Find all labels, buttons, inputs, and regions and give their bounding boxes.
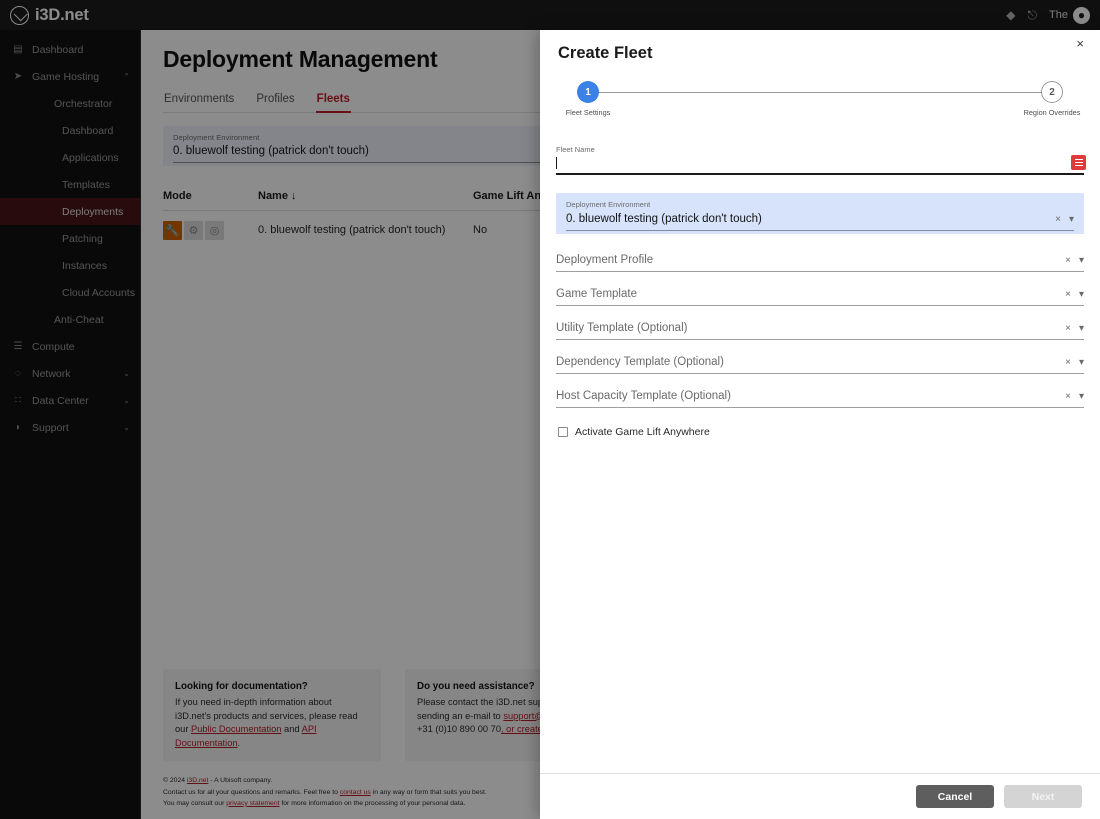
field-value: 0. bluewolf testing (patrick don't touch… bbox=[566, 213, 762, 225]
field-actions: × ▾ bbox=[1055, 214, 1074, 225]
step-2-number: 2 bbox=[1041, 81, 1063, 103]
field-dependency-template-optional[interactable]: Dependency Template (Optional) × ▾ bbox=[556, 352, 1084, 374]
chevron-down-icon[interactable]: ▾ bbox=[1079, 289, 1084, 300]
field-actions: × ▾ bbox=[1065, 323, 1084, 334]
fleet-name-label: Fleet Name bbox=[556, 145, 595, 154]
field-deployment-profile[interactable]: Deployment Profile × ▾ bbox=[556, 250, 1084, 272]
activate-game-lift-anywhere-label: Activate Game Lift Anywhere bbox=[575, 426, 710, 438]
modal-header: Create Fleet × bbox=[540, 30, 1100, 63]
step-1-caption: Fleet Settings bbox=[565, 108, 611, 117]
fleet-name-input[interactable] bbox=[556, 155, 1084, 175]
wizard-stepper: 1 Fleet Settings 2 Region Overrides bbox=[564, 81, 1080, 127]
chevron-down-icon[interactable]: ▾ bbox=[1079, 255, 1084, 266]
fleet-name-input-row bbox=[556, 155, 1086, 175]
field-placeholder: Deployment Profile bbox=[556, 254, 654, 266]
error-badge-icon bbox=[1071, 155, 1086, 170]
modal-body: Fleet Name Deployment Environment 0. blue… bbox=[540, 127, 1100, 773]
clear-icon[interactable]: × bbox=[1065, 255, 1071, 266]
field-line: Dependency Template (Optional) × ▾ bbox=[556, 352, 1084, 374]
field-label: Deployment Environment bbox=[566, 200, 651, 209]
modal-title: Create Fleet bbox=[558, 44, 653, 62]
app-root: i3D.net ◆ ⎋ The ● ▤ Dashboard ➤ Game Hostin… bbox=[0, 0, 1100, 819]
close-icon[interactable]: × bbox=[1076, 37, 1084, 50]
chevron-down-icon[interactable]: ▾ bbox=[1079, 357, 1084, 368]
field-game-template[interactable]: Game Template × ▾ bbox=[556, 284, 1084, 306]
chevron-down-icon[interactable]: ▾ bbox=[1079, 391, 1084, 402]
field-actions: × ▾ bbox=[1065, 357, 1084, 368]
clear-icon[interactable]: × bbox=[1055, 214, 1061, 225]
modal-footer: Cancel Next bbox=[540, 773, 1100, 819]
field-placeholder: Host Capacity Template (Optional) bbox=[556, 390, 731, 402]
field-line: 0. bluewolf testing (patrick don't touch… bbox=[566, 209, 1074, 231]
activate-game-lift-anywhere-checkbox[interactable] bbox=[558, 427, 568, 437]
field-placeholder: Game Template bbox=[556, 288, 637, 300]
activate-game-lift-anywhere-row[interactable]: Activate Game Lift Anywhere bbox=[556, 426, 1084, 438]
field-utility-template-optional[interactable]: Utility Template (Optional) × ▾ bbox=[556, 318, 1084, 340]
step-2-caption: Region Overrides bbox=[1023, 108, 1081, 117]
cancel-button[interactable]: Cancel bbox=[916, 785, 994, 808]
field-line: Utility Template (Optional) × ▾ bbox=[556, 318, 1084, 340]
text-caret bbox=[556, 157, 557, 169]
field-actions: × ▾ bbox=[1065, 391, 1084, 402]
field-placeholder: Dependency Template (Optional) bbox=[556, 356, 724, 368]
field-line: Game Template × ▾ bbox=[556, 284, 1084, 306]
field-placeholder: Utility Template (Optional) bbox=[556, 322, 688, 334]
create-fleet-modal: Create Fleet × 1 Fleet Settings 2 Region… bbox=[540, 30, 1100, 819]
field-actions: × ▾ bbox=[1065, 255, 1084, 266]
chevron-down-icon[interactable]: ▾ bbox=[1069, 214, 1074, 225]
field-line: Deployment Profile × ▾ bbox=[556, 250, 1084, 272]
clear-icon[interactable]: × bbox=[1065, 391, 1071, 402]
next-button[interactable]: Next bbox=[1004, 785, 1082, 808]
wizard-step-2[interactable]: 2 Region Overrides bbox=[1012, 81, 1092, 117]
clear-icon[interactable]: × bbox=[1065, 323, 1071, 334]
modal-fields: Deployment Environment 0. bluewolf testin… bbox=[556, 193, 1084, 408]
field-actions: × ▾ bbox=[1065, 289, 1084, 300]
wizard-step-1[interactable]: 1 Fleet Settings bbox=[548, 81, 628, 117]
fleet-name-field: Fleet Name bbox=[556, 139, 1086, 175]
chevron-down-icon[interactable]: ▾ bbox=[1079, 323, 1084, 334]
clear-icon[interactable]: × bbox=[1065, 357, 1071, 368]
field-host-capacity-template-optional[interactable]: Host Capacity Template (Optional) × ▾ bbox=[556, 386, 1084, 408]
step-1-number: 1 bbox=[577, 81, 599, 103]
clear-icon[interactable]: × bbox=[1065, 289, 1071, 300]
stepper-connector-line bbox=[586, 92, 1054, 93]
field-deployment-environment[interactable]: Deployment Environment 0. bluewolf testin… bbox=[556, 193, 1084, 234]
field-line: Host Capacity Template (Optional) × ▾ bbox=[556, 386, 1084, 408]
